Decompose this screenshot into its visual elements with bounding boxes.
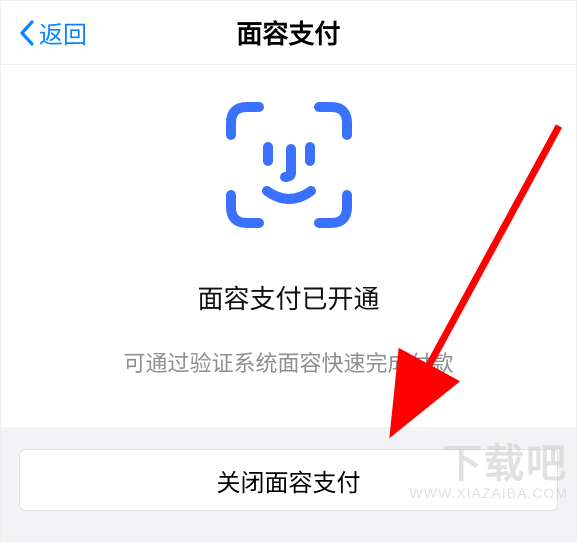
back-button[interactable]: 返回	[1, 15, 87, 50]
back-label: 返回	[39, 15, 87, 50]
disable-face-pay-button[interactable]: 关闭面容支付	[19, 449, 558, 511]
page-title: 面容支付	[1, 14, 576, 51]
header-bar: 返回 面容支付	[1, 1, 576, 65]
description-text: 可通过验证系统面容快速完成付款	[123, 346, 453, 378]
chevron-left-icon	[19, 19, 35, 47]
content-area: 面容支付已开通 可通过验证系统面容快速完成付款	[1, 65, 576, 378]
status-text: 面容支付已开通	[197, 279, 379, 316]
footer-area: 关闭面容支付	[1, 427, 576, 541]
face-id-icon	[219, 95, 359, 235]
